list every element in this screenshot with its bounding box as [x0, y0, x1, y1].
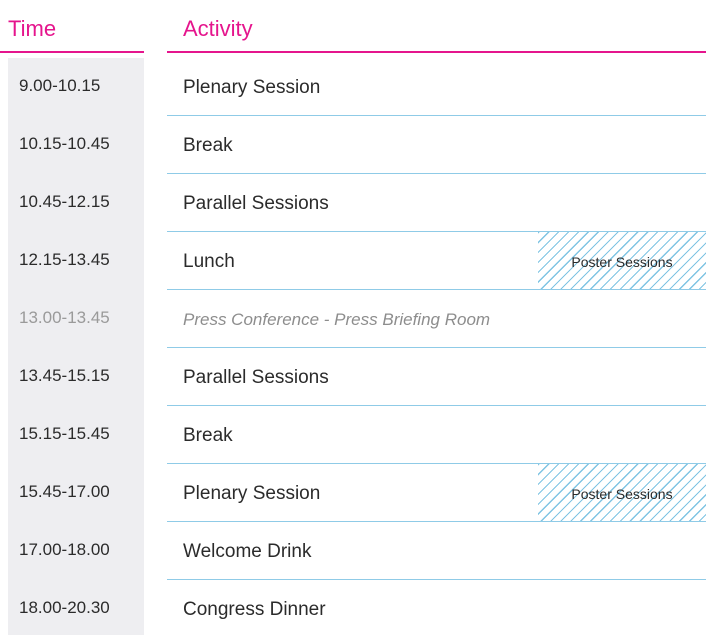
row-activity: Parallel Sessions [183, 367, 329, 388]
schedule-row: 10.15-10.45 Break [0, 116, 706, 174]
poster-session-block: Poster Sessions [538, 232, 706, 290]
row-time: 9.00-10.15 [19, 76, 101, 95]
row-activity: Congress Dinner [183, 599, 326, 620]
row-activity: Break [183, 425, 233, 446]
row-time: 13.45-15.15 [19, 366, 110, 385]
schedule-row: 9.00-10.15 Plenary Session [0, 58, 706, 116]
row-activity: Plenary Session [183, 77, 321, 98]
schedule-row: 15.45-17.00 Plenary Session Poster Sessi… [0, 464, 706, 522]
poster-session-label: Poster Sessions [571, 254, 673, 270]
row-activity: Plenary Session [183, 483, 321, 504]
row-time: 10.45-12.15 [19, 192, 110, 211]
schedule-row: 17.00-18.00 Welcome Drink [0, 522, 706, 580]
row-time: 12.15-13.45 [19, 250, 110, 269]
row-time: 10.15-10.45 [19, 134, 110, 153]
schedule-row: 10.45-12.15 Parallel Sessions [0, 174, 706, 232]
schedule-table: 9.00-10.15 Plenary Session 10.15-10.45 B… [0, 0, 706, 635]
row-activity: Lunch [183, 251, 235, 272]
row-time: 18.00-20.30 [19, 598, 110, 617]
row-activity: Break [183, 135, 233, 156]
poster-session-block: Poster Sessions [538, 464, 706, 522]
schedule-row: 12.15-13.45 Lunch Poster Sessions [0, 232, 706, 290]
row-time: 17.00-18.00 [19, 540, 110, 559]
row-time: 13.00-13.45 [19, 308, 110, 327]
schedule-row: 18.00-20.30 Congress Dinner [0, 580, 706, 638]
row-activity: Welcome Drink [183, 541, 312, 562]
row-activity: Parallel Sessions [183, 193, 329, 214]
schedule-row: 13.45-15.15 Parallel Sessions [0, 348, 706, 406]
row-time: 15.45-17.00 [19, 482, 110, 501]
poster-session-label: Poster Sessions [571, 486, 673, 502]
row-activity: Press Conference - Press Briefing Room [183, 310, 491, 329]
schedule-row: 15.15-15.45 Break [0, 406, 706, 464]
row-time: 15.15-15.45 [19, 424, 110, 443]
schedule-row-press: 13.00-13.45 Press Conference - Press Bri… [0, 290, 706, 348]
